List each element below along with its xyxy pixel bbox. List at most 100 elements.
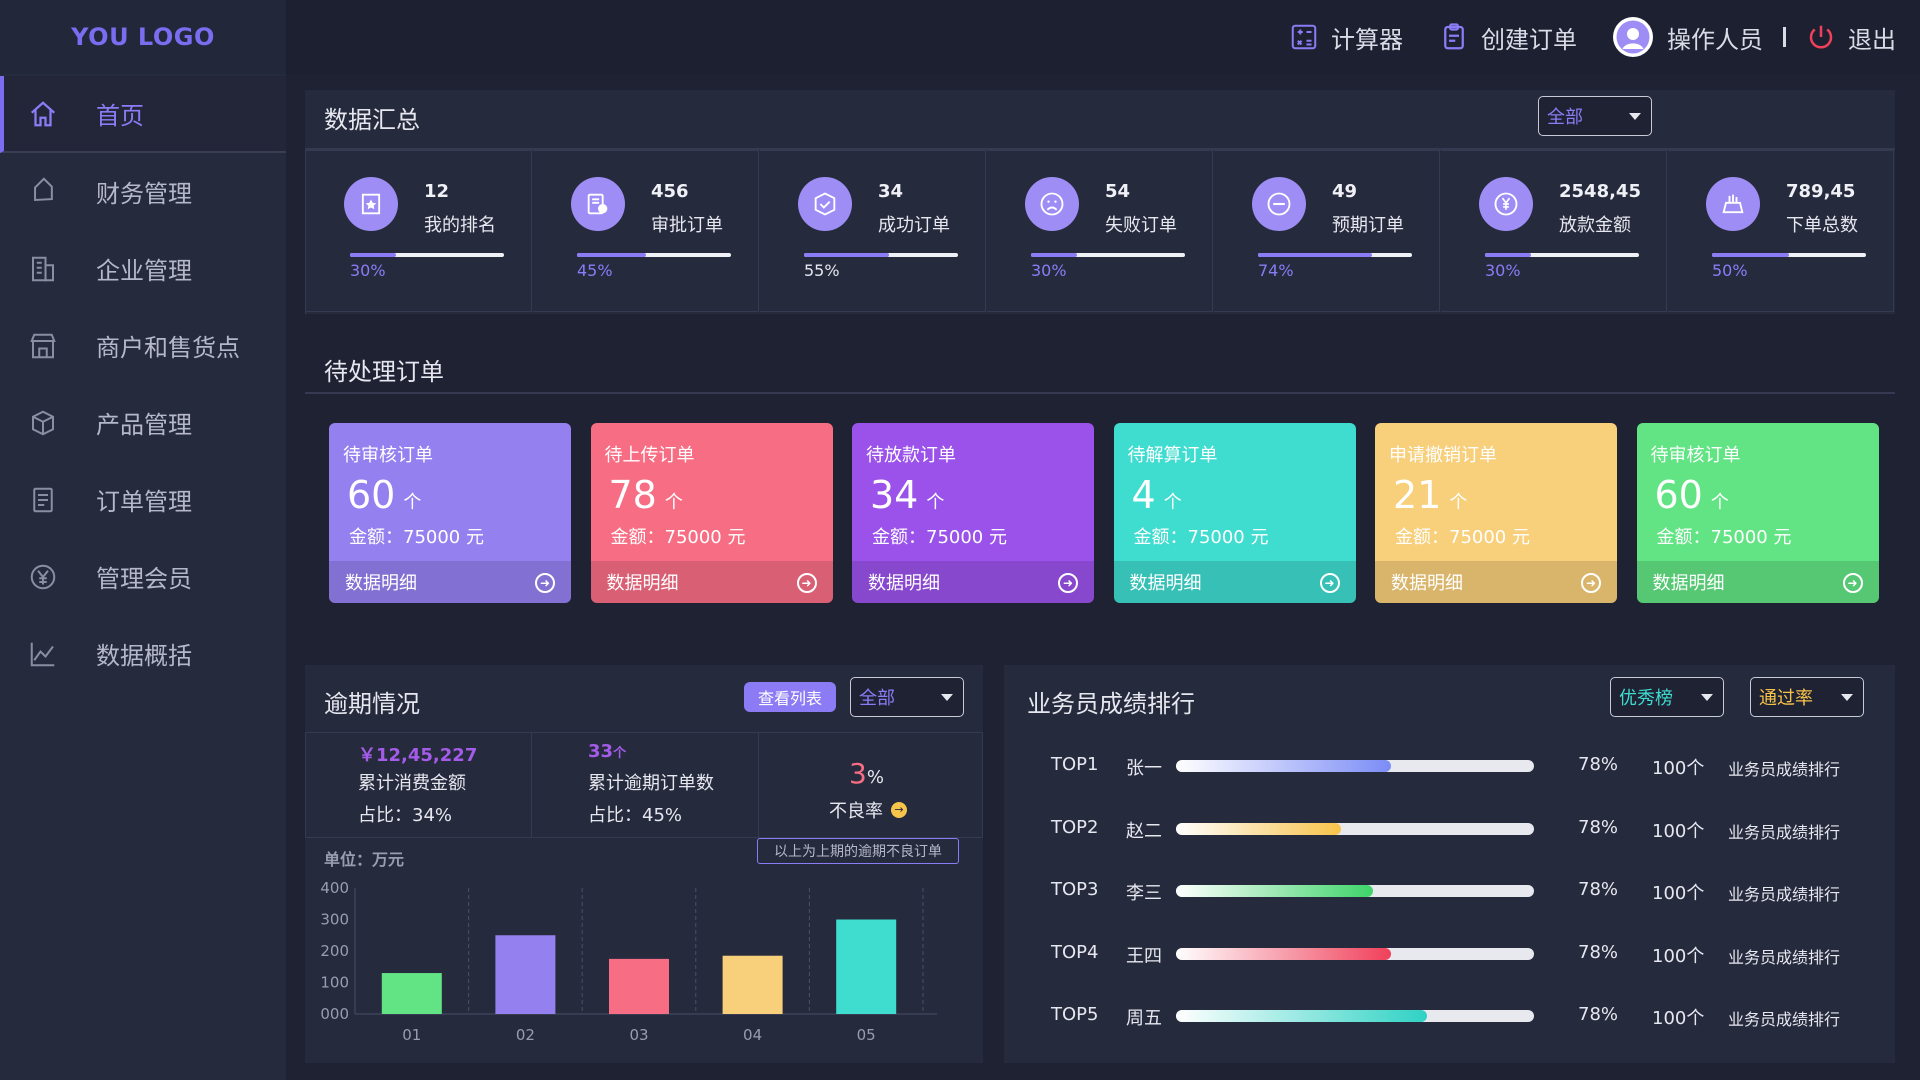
card-title: 待审核订单 xyxy=(1650,445,1741,466)
sidebar-item-merchant[interactable]: 商户和售货点 xyxy=(0,307,286,384)
pending-order-card[interactable]: 待审核订单 60 个金额：75000 元数据明细 ➜ xyxy=(329,423,571,603)
rank-desc: 业务员成绩排行 xyxy=(1728,885,1841,904)
x-tick-label: 05 xyxy=(857,1026,876,1044)
stat-label: 下单总数 xyxy=(1786,215,1858,236)
overdue-amount-ratio: 占比：34% xyxy=(358,805,453,826)
card-detail-link[interactable]: 数据明细 ➜ xyxy=(852,561,1094,603)
sidebar-item-product[interactable]: 产品管理 xyxy=(0,384,286,461)
chevron-down-icon xyxy=(1701,694,1713,701)
pending-order-card[interactable]: 待上传订单 78 个金额：75000 元数据明细 ➜ xyxy=(590,423,833,603)
stat-value: 54 xyxy=(1105,181,1131,202)
document-icon xyxy=(28,485,58,515)
sidebar-item-data-overview[interactable]: 数据概括 xyxy=(0,615,286,692)
approval-icon xyxy=(571,177,625,231)
stat-card: 2548,45 放款金额 30% xyxy=(1441,150,1667,312)
stat-label: 审批订单 xyxy=(651,215,723,236)
sidebar-item-home[interactable]: 首页 xyxy=(0,76,286,153)
card-detail-link[interactable]: 数据明细 ➜ xyxy=(1636,561,1879,603)
avatar xyxy=(1613,17,1653,57)
rank-desc: 业务员成绩排行 xyxy=(1728,822,1841,842)
pending-order-card[interactable]: 待放款订单 34 个金额：75000 元数据明细 ➜ xyxy=(852,423,1094,603)
rank-rate: 78% xyxy=(1578,816,1619,838)
chart-bar xyxy=(495,935,556,1014)
summary-filter-select[interactable]: 全部 xyxy=(1538,96,1652,136)
rank-desc: 业务员成绩排行 xyxy=(1728,760,1841,779)
home-icon xyxy=(28,99,58,129)
stat-progress-bar xyxy=(350,253,504,257)
sidebar-item-orders[interactable]: 订单管理 xyxy=(0,461,286,538)
pending-order-card[interactable]: 待审核订单 60 个金额：75000 元数据明细 ➜ xyxy=(1636,423,1879,603)
overdue-filter-select[interactable]: 全部 xyxy=(850,677,964,717)
card-amount: 金额：75000 元 xyxy=(1395,527,1530,548)
stat-label: 预期订单 xyxy=(1332,215,1404,236)
rank-desc: 业务员成绩排行 xyxy=(1728,1010,1841,1029)
ranking-row: TOP3 李三 78% 100个 业务员成绩排行 xyxy=(1030,875,1890,905)
calculator-button[interactable]: 计算器 xyxy=(1289,20,1403,55)
view-list-button[interactable]: 查看列表 xyxy=(744,682,837,712)
stat-percent: 30% xyxy=(1031,261,1067,280)
ranking-metric-select[interactable]: 通过率 xyxy=(1750,677,1864,717)
chart-bar xyxy=(722,955,783,1014)
card-count: 34 个 xyxy=(870,473,945,517)
rank-name: 王四 xyxy=(1126,945,1162,967)
stat-value: 12 xyxy=(424,181,450,202)
bad-rate-tooltip: 以上为上期的逾期不良订单 xyxy=(757,838,959,864)
stat-progress-bar xyxy=(1258,253,1412,257)
rank-rate: 78% xyxy=(1578,754,1619,775)
arrow-right-circle-icon: ➜ xyxy=(1581,573,1601,593)
logout-label: 退出 xyxy=(1848,25,1896,54)
sad-face-icon xyxy=(1025,177,1079,231)
logout-button[interactable]: 退出 xyxy=(1806,20,1896,55)
x-tick-label: 04 xyxy=(743,1026,762,1044)
stat-value: 2548,45 xyxy=(1559,181,1641,202)
rank-rate: 78% xyxy=(1578,879,1619,900)
ranking-board-value: 优秀榜 xyxy=(1619,688,1673,709)
sidebar-item-finance[interactable]: 财务管理 xyxy=(0,153,286,230)
card-detail-link[interactable]: 数据明细 ➜ xyxy=(1375,561,1617,603)
sidebar-item-label: 数据概括 xyxy=(96,642,192,670)
minus-circle-icon xyxy=(1252,177,1306,231)
pending-title: 待处理订单 xyxy=(324,358,444,386)
rank-name: 周五 xyxy=(1126,1008,1162,1029)
rank-desc: 业务员成绩排行 xyxy=(1728,947,1841,967)
chart-icon xyxy=(28,639,58,669)
rank-count: 100个 xyxy=(1652,820,1705,842)
card-detail-link[interactable]: 数据明细 ➜ xyxy=(1113,561,1356,603)
pending-order-card[interactable]: 待解算订单 4 个金额：75000 元数据明细 ➜ xyxy=(1113,423,1356,603)
sidebar-item-enterprise[interactable]: 企业管理 xyxy=(0,230,286,307)
sidebar-item-label: 首页 xyxy=(96,102,144,130)
sidebar-item-label: 产品管理 xyxy=(96,411,192,439)
info-arrow-icon[interactable]: → xyxy=(891,802,907,818)
rank-count: 100个 xyxy=(1652,883,1705,904)
pending-order-card[interactable]: 申请撤销订单 21 个金额：75000 元数据明细 ➜ xyxy=(1375,423,1617,603)
card-title: 待解算订单 xyxy=(1127,445,1218,466)
overdue-count-ratio: 占比：45% xyxy=(588,805,683,826)
card-count: 21 个 xyxy=(1393,473,1468,517)
card-detail-link[interactable]: 数据明细 ➜ xyxy=(590,561,833,603)
rank-label: TOP4 xyxy=(1051,941,1099,963)
crown-icon xyxy=(1706,177,1760,231)
rank-count: 100个 xyxy=(1652,1008,1705,1029)
ranking-row: TOP2 赵二 78% 100个 业务员成绩排行 xyxy=(1030,813,1890,843)
x-tick-label: 02 xyxy=(516,1026,535,1044)
card-detail-link[interactable]: 数据明细 ➜ xyxy=(329,561,571,603)
operator-menu[interactable]: 操作人员 xyxy=(1613,17,1763,57)
rank-rate: 78% xyxy=(1578,941,1619,963)
card-count: 60 个 xyxy=(1654,473,1729,517)
sidebar-item-members[interactable]: 管理会员 xyxy=(0,538,286,615)
ranking-board-select[interactable]: 优秀榜 xyxy=(1610,677,1724,717)
rank-progress-bar xyxy=(1176,885,1534,897)
tag-icon xyxy=(28,176,58,207)
overdue-count-value: 33个 xyxy=(588,741,627,762)
ranking-title: 业务员成绩排行 xyxy=(1027,690,1195,718)
x-tick-label: 03 xyxy=(629,1026,648,1044)
y-tick-label: 000 xyxy=(320,1005,349,1023)
overdue-count-label: 累计逾期订单数 xyxy=(588,773,714,794)
stat-value: 49 xyxy=(1332,181,1358,202)
rank-name: 张一 xyxy=(1126,758,1162,779)
arrow-right-circle-icon: ➜ xyxy=(1058,573,1078,593)
create-order-button[interactable]: 创建订单 xyxy=(1439,20,1577,55)
rank-progress-bar xyxy=(1176,760,1534,772)
rank-count: 100个 xyxy=(1652,758,1705,779)
rank-progress-bar xyxy=(1176,822,1534,835)
